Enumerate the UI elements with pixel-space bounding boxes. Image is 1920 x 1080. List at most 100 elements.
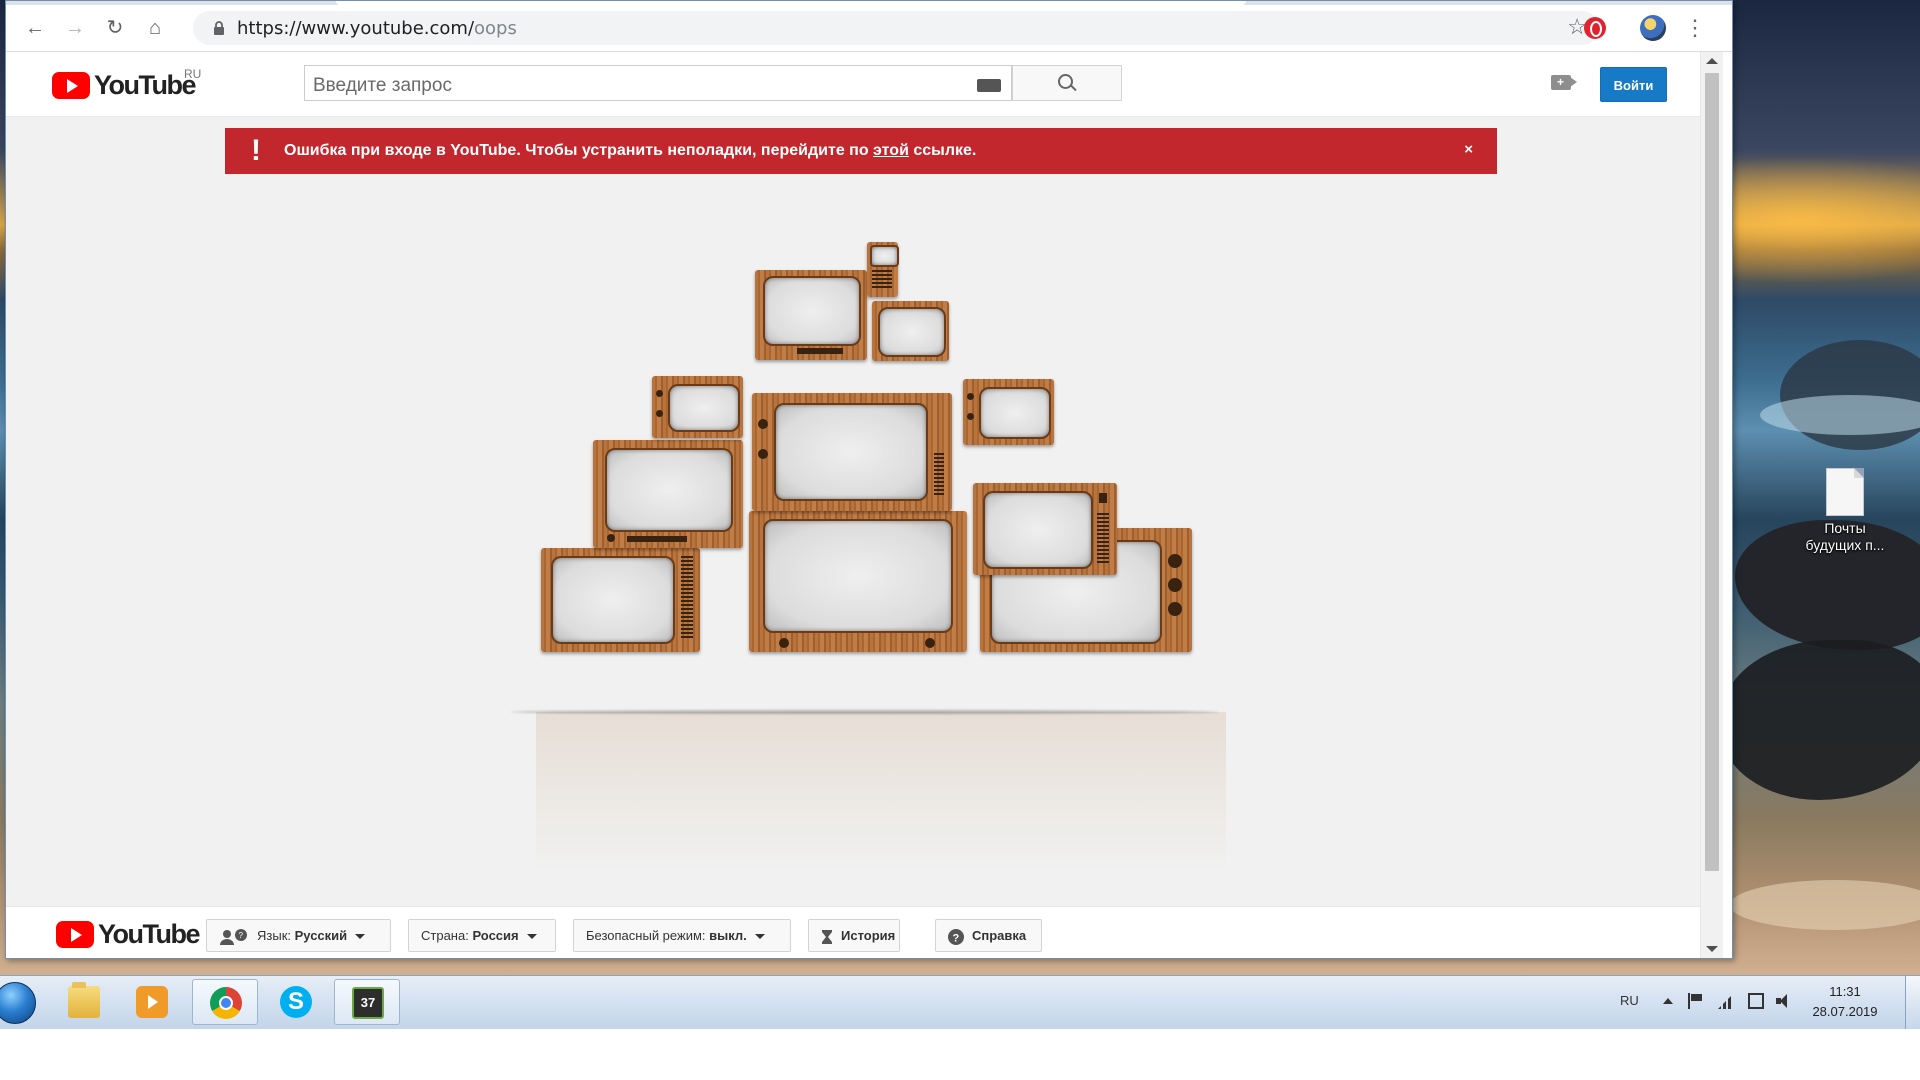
- history-label: История: [841, 928, 896, 943]
- search-input[interactable]: Введите запрос: [304, 65, 1012, 101]
- document-icon: [1826, 468, 1864, 516]
- tv-grille: [681, 556, 693, 640]
- desktop-file-shortcut[interactable]: Почты будущих п...: [1800, 468, 1890, 554]
- browser-menu-icon[interactable]: ⋮: [1684, 15, 1706, 41]
- tv-knob: [1168, 602, 1182, 616]
- back-arrow-icon[interactable]: ←: [20, 13, 50, 43]
- lock-icon: [214, 21, 224, 35]
- upload-video-icon[interactable]: +: [1551, 75, 1571, 90]
- help-label: Справка: [972, 928, 1027, 943]
- tv-dial: [627, 536, 687, 542]
- action-center-flag-icon[interactable]: [1688, 993, 1706, 1009]
- tv-reflection: [536, 712, 1226, 872]
- tv-knob: [656, 390, 663, 397]
- tv-set: [752, 393, 952, 511]
- forward-arrow-icon[interactable]: →: [60, 13, 90, 43]
- history-button[interactable]: История: [808, 919, 900, 952]
- chevron-down-icon: [754, 934, 765, 940]
- desktop-file-label: Почты будущих п...: [1805, 520, 1885, 553]
- scrollbar-thumb[interactable]: [1705, 73, 1719, 871]
- tv-knob: [1168, 578, 1182, 592]
- search-icon: [1058, 74, 1073, 89]
- clock-time: 11:31: [1829, 984, 1861, 999]
- taskbar-skype[interactable]: S: [263, 979, 329, 1025]
- signin-button[interactable]: Войти: [1600, 67, 1667, 102]
- language-value: Русский: [294, 928, 348, 943]
- taskbar-chrome[interactable]: [192, 979, 258, 1025]
- home-icon[interactable]: ⌂: [140, 13, 170, 43]
- clock-date: 28.07.2019: [1812, 1004, 1878, 1019]
- tv-screen: [870, 245, 899, 267]
- start-button[interactable]: [0, 982, 36, 1024]
- tv-knob: [758, 419, 768, 429]
- browser-window: ← → ↻ ⌂ https://www.youtube.com/oops ☆ ⋮…: [5, 0, 1733, 959]
- folder-icon: [68, 982, 100, 1018]
- error-message: Ошибка при входе в YouTube. Чтобы устран…: [284, 142, 976, 160]
- tv-screen: [774, 403, 928, 501]
- country-picker-button[interactable]: Страна: Россия: [408, 919, 556, 952]
- taskbar-explorer[interactable]: [51, 979, 117, 1025]
- help-icon: ?: [948, 928, 964, 945]
- chevron-down-icon: [526, 934, 537, 940]
- svg-text:?: ?: [239, 931, 244, 940]
- scroll-up-icon[interactable]: [1706, 58, 1718, 64]
- youtube-play-icon: [52, 72, 90, 99]
- tv-set: [867, 242, 899, 297]
- address-bar[interactable]: https://www.youtube.com/oops ☆: [193, 11, 1599, 45]
- tv-knob: [758, 449, 768, 459]
- network-signal-icon[interactable]: [1718, 993, 1734, 1009]
- url-host: https://www.youtube.com/: [237, 18, 475, 39]
- tv-knob: [1168, 554, 1182, 568]
- tv-set: [872, 301, 949, 361]
- media-player-icon: [136, 986, 168, 1018]
- tv-screen: [763, 276, 861, 346]
- profile-avatar-icon[interactable]: [1640, 15, 1666, 41]
- hourglass-icon: [822, 929, 832, 944]
- safety-label: Безопасный режим:: [586, 928, 706, 943]
- error-banner: ! Ошибка при входе в YouTube. Чтобы устр…: [225, 128, 1497, 174]
- address-url[interactable]: https://www.youtube.com/oops: [237, 18, 517, 39]
- wallpaper-rock: [1720, 640, 1920, 800]
- tv-screen: [878, 307, 946, 357]
- video-editor-icon: 37: [352, 987, 384, 1019]
- battery-icon[interactable]: [1748, 993, 1764, 1009]
- tv-set: [749, 511, 967, 652]
- close-icon[interactable]: ×: [1464, 141, 1473, 158]
- volume-icon[interactable]: [1776, 993, 1792, 1009]
- safety-mode-button[interactable]: Безопасный режим: выкл.: [573, 919, 791, 952]
- language-icon: ?: [220, 928, 247, 945]
- input-language[interactable]: RU: [1620, 993, 1639, 1008]
- taskbar-clock[interactable]: 11:31 28.07.2019: [1800, 982, 1890, 1022]
- language-picker-button[interactable]: ? Язык: Русский: [206, 919, 391, 952]
- troubleshoot-link[interactable]: этой: [873, 142, 909, 159]
- error-text-start: Ошибка при входе в YouTube. Чтобы устран…: [284, 142, 874, 159]
- tv-knob: [779, 638, 789, 648]
- floor-shadow: [511, 710, 1219, 714]
- show-hidden-icons-icon[interactable]: [1663, 998, 1673, 1004]
- youtube-play-icon: [56, 921, 94, 948]
- help-button[interactable]: ? Справка: [935, 919, 1042, 952]
- scroll-down-icon[interactable]: [1706, 946, 1718, 952]
- safety-value: выкл.: [709, 928, 747, 943]
- error-text-end: ссылке.: [908, 142, 977, 159]
- url-path: oops: [474, 18, 517, 39]
- tv-set: [755, 270, 867, 360]
- taskbar-video-editor[interactable]: 37: [334, 979, 400, 1025]
- taskbar-media-player[interactable]: [119, 979, 185, 1025]
- tv-grille: [934, 453, 944, 497]
- chevron-down-icon: [355, 934, 366, 940]
- tv-knob: [925, 638, 935, 648]
- tv-grille: [872, 270, 892, 290]
- search-button[interactable]: [1012, 65, 1122, 101]
- keyboard-icon[interactable]: [977, 79, 1001, 92]
- skype-icon: S: [280, 986, 312, 1018]
- page-scrollbar[interactable]: [1700, 52, 1723, 958]
- svg-text:?: ?: [953, 932, 960, 944]
- tv-screen: [668, 384, 740, 432]
- opera-extension-icon[interactable]: [1584, 17, 1606, 39]
- reload-icon[interactable]: ↻: [100, 13, 130, 43]
- tv-set: [593, 440, 743, 548]
- country-code: RU: [184, 67, 202, 81]
- show-desktop-button[interactable]: [1905, 976, 1920, 1029]
- tv-set: [541, 548, 700, 652]
